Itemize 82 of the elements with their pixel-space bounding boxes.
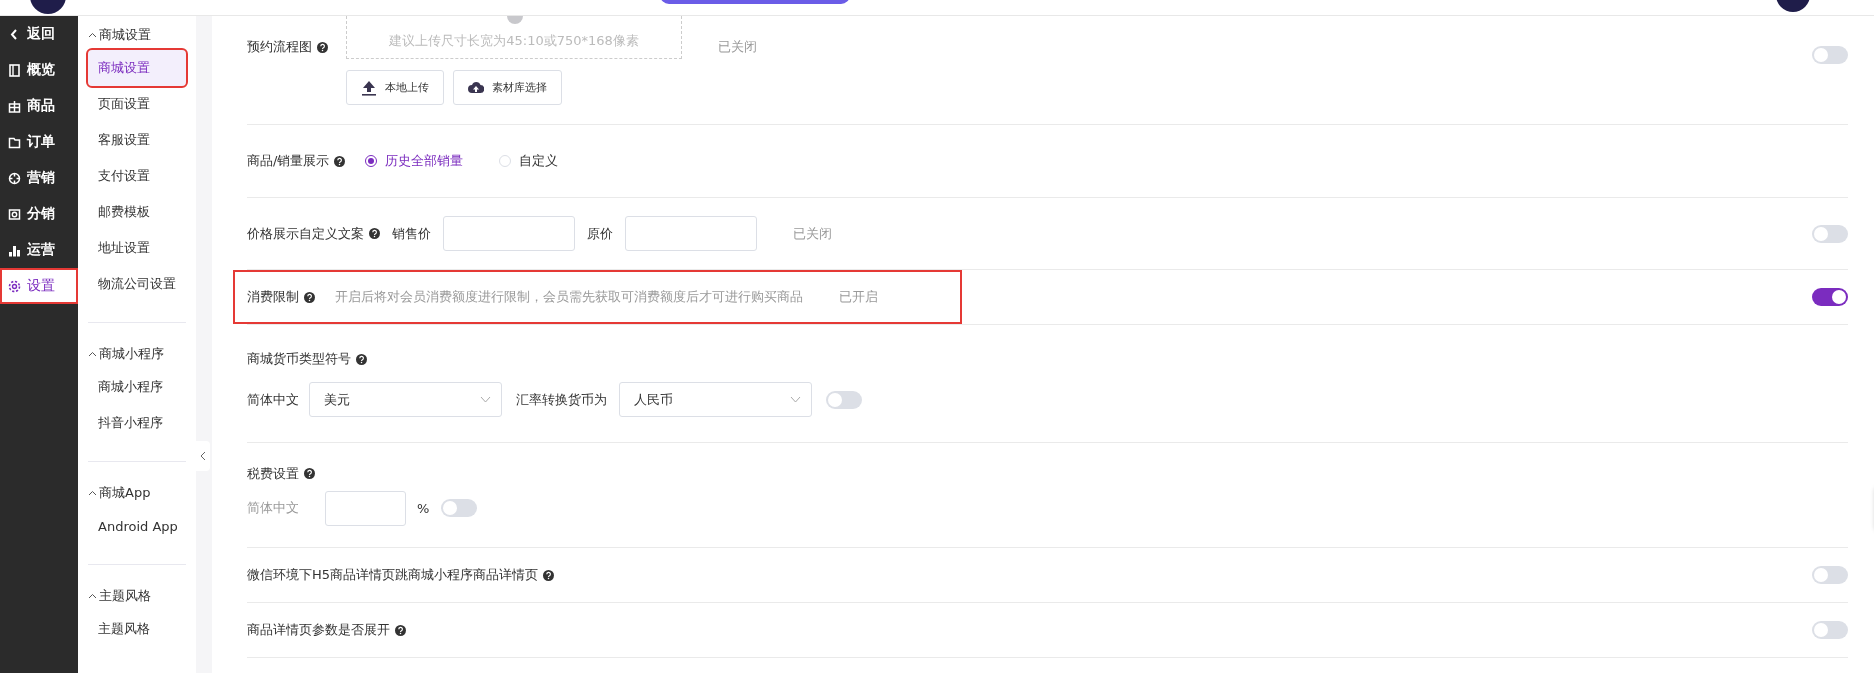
submenu-group-title[interactable]: 商城设置 bbox=[88, 20, 186, 50]
submenu-item[interactable]: 抖音小程序 bbox=[88, 405, 186, 441]
submenu-group-title[interactable]: 商城小程序 bbox=[88, 339, 186, 369]
language-label: 简体中文 bbox=[247, 390, 299, 409]
toggle-switch[interactable] bbox=[826, 390, 862, 409]
submenu-group-title[interactable]: 主题风格 bbox=[88, 581, 186, 611]
help-icon bbox=[304, 468, 315, 479]
help-icon bbox=[369, 228, 380, 239]
toggle-switch[interactable] bbox=[441, 499, 478, 517]
caret-up-icon bbox=[88, 490, 97, 496]
chevron-left-icon bbox=[200, 451, 206, 461]
submenu-item[interactable]: 地址设置 bbox=[88, 230, 186, 266]
help-icon bbox=[334, 155, 346, 167]
setting-label: 商品详情页参数是否展开 bbox=[247, 621, 390, 639]
status-text: 已开启 bbox=[839, 288, 878, 306]
folder-icon bbox=[8, 135, 21, 149]
unit-label: % bbox=[417, 500, 430, 516]
help-icon bbox=[395, 624, 406, 636]
collapse-button[interactable] bbox=[196, 441, 210, 471]
help-icon bbox=[543, 569, 555, 581]
currency-dropdown[interactable]: 人民币 bbox=[619, 382, 812, 417]
status-text: 已关闭 bbox=[793, 224, 832, 243]
currency-dropdown[interactable]: 美元 bbox=[309, 382, 502, 417]
submenu-item[interactable]: Android App bbox=[88, 508, 186, 544]
radio-option[interactable]: 自定义 bbox=[499, 152, 559, 170]
submenu-item[interactable]: 邮费模板 bbox=[88, 194, 186, 230]
radio-option[interactable]: 历史全部销量 bbox=[365, 152, 464, 170]
submenu-item[interactable]: 商城设置 bbox=[88, 50, 186, 86]
setting-label: 价格展示自定义文案 bbox=[247, 224, 364, 243]
crosshair-icon bbox=[8, 171, 21, 185]
caret-up-icon bbox=[88, 32, 97, 38]
field-label: 原价 bbox=[587, 224, 613, 243]
setting-label: 商城货币类型符号 bbox=[247, 350, 351, 368]
upload-button[interactable]: 本地上传 bbox=[346, 70, 444, 105]
submenu-item[interactable]: 页面设置 bbox=[88, 86, 186, 122]
chevron-down-icon bbox=[790, 396, 801, 403]
submenu-item[interactable]: 物流公司设置 bbox=[88, 266, 186, 302]
upload-icon bbox=[361, 79, 377, 96]
nav-item[interactable]: 分销 bbox=[0, 196, 78, 232]
library-button[interactable]: 素材库选择 bbox=[453, 70, 562, 105]
bar-chart-icon bbox=[8, 243, 21, 257]
submenu-group-title[interactable]: 商城App bbox=[88, 478, 186, 508]
book-icon bbox=[8, 63, 21, 77]
caret-up-icon bbox=[88, 593, 97, 599]
camera-icon bbox=[8, 207, 21, 221]
field-label: 汇率转换货币为 bbox=[516, 390, 607, 409]
price-input[interactable] bbox=[625, 216, 757, 251]
help-icon bbox=[356, 353, 367, 365]
price-input[interactable] bbox=[443, 216, 575, 251]
gift-icon bbox=[8, 99, 21, 113]
description-text: 开启后将对会员消费额度进行限制，会员需先获取可消费额度后才可进行购买商品 bbox=[335, 288, 803, 306]
field-label: 销售价 bbox=[392, 224, 431, 243]
toggle-switch[interactable] bbox=[1812, 288, 1848, 306]
nav-item[interactable]: 设置 bbox=[0, 268, 78, 304]
toggle-switch[interactable] bbox=[1812, 224, 1848, 243]
submenu-item[interactable]: 客服设置 bbox=[88, 122, 186, 158]
nav-item[interactable]: 订单 bbox=[0, 124, 78, 160]
nav-item[interactable]: 概览 bbox=[0, 52, 78, 88]
submenu-item[interactable]: 主题风格 bbox=[88, 611, 186, 647]
nav-item[interactable]: 商品 bbox=[0, 88, 78, 124]
toggle-switch[interactable] bbox=[1812, 621, 1848, 639]
setting-label: 预约流程图 bbox=[247, 38, 312, 56]
caret-up-icon bbox=[88, 351, 97, 357]
setting-label: 税费设置 bbox=[247, 464, 299, 483]
nav-item[interactable]: 运营 bbox=[0, 232, 78, 268]
submenu-item[interactable]: 支付设置 bbox=[88, 158, 186, 194]
setting-label: 微信环境下H5商品详情页跳商城小程序商品详情页 bbox=[247, 566, 539, 584]
nav-item[interactable]: 营销 bbox=[0, 160, 78, 196]
settings-icon bbox=[8, 279, 21, 293]
submenu-item[interactable]: 商城小程序 bbox=[88, 369, 186, 405]
nav-item[interactable]: 返回 bbox=[0, 16, 78, 52]
setting-label: 商品/销量展示 bbox=[247, 152, 330, 170]
toggle-switch[interactable] bbox=[1812, 46, 1848, 64]
help-icon bbox=[317, 41, 328, 53]
status-text: 已关闭 bbox=[718, 38, 757, 56]
toggle-switch[interactable] bbox=[1812, 566, 1848, 584]
language-label: 简体中文 bbox=[247, 499, 299, 517]
setting-label: 消费限制 bbox=[247, 288, 299, 306]
chevron-down-icon bbox=[480, 396, 491, 403]
help-icon bbox=[304, 291, 315, 303]
cloud-upload-icon bbox=[468, 79, 484, 96]
tax-input[interactable] bbox=[325, 490, 406, 526]
